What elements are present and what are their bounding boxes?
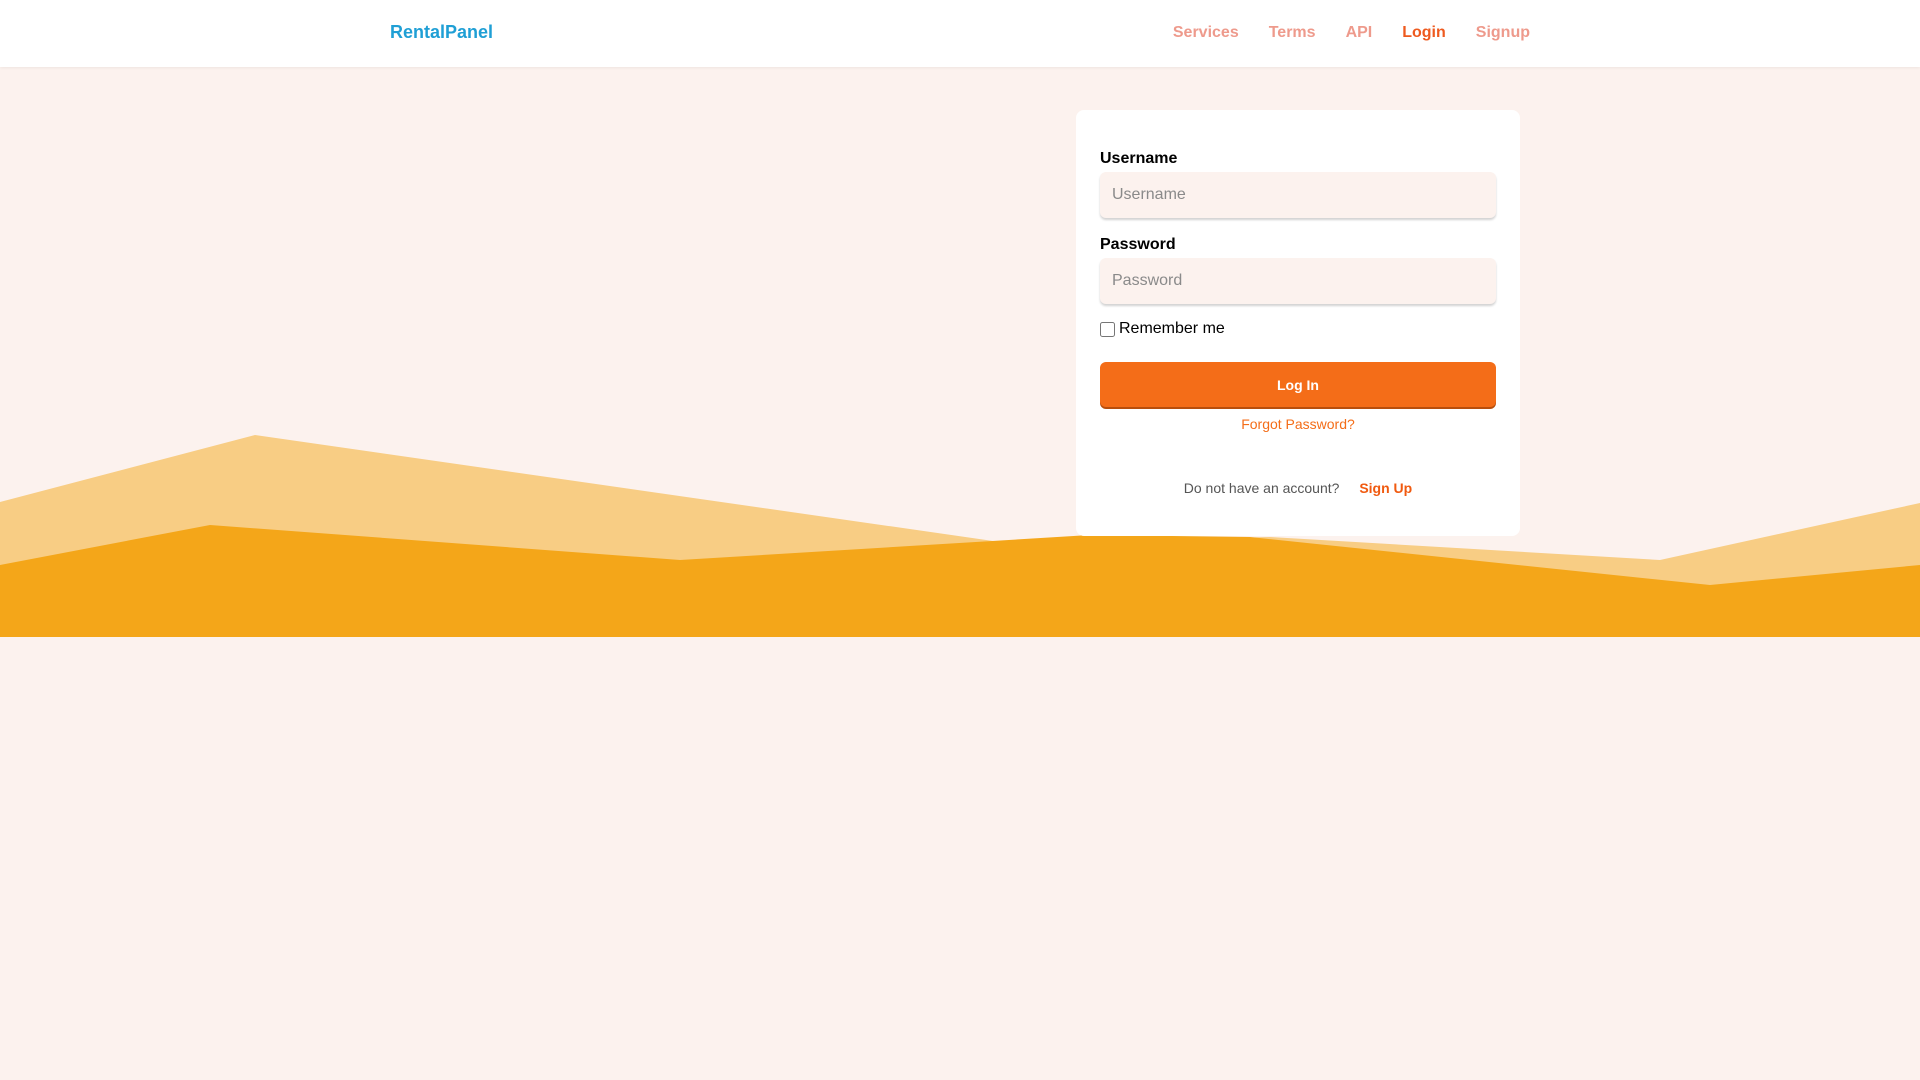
username-label: Username xyxy=(1100,150,1178,167)
nav-link-login[interactable]: Login xyxy=(1402,24,1446,41)
nav-link-terms[interactable]: Terms xyxy=(1269,24,1316,41)
nav-link-api[interactable]: API xyxy=(1346,24,1373,41)
nav-link-signup[interactable]: Signup xyxy=(1476,24,1530,41)
password-label: Password xyxy=(1100,236,1176,253)
login-card: Username Password Remember me Log In For… xyxy=(1076,110,1520,536)
username-input[interactable] xyxy=(1100,172,1496,218)
signup-prompt: Do not have an account? Sign Up xyxy=(1076,480,1520,496)
nav-links: Services Terms API Login Signup xyxy=(1173,24,1530,42)
top-navbar: RentalPanel Services Terms API Login Sig… xyxy=(0,0,1920,67)
sign-up-link[interactable]: Sign Up xyxy=(1359,480,1412,496)
no-account-text: Do not have an account? xyxy=(1183,480,1340,496)
decorative-hills-background xyxy=(0,435,1920,637)
remember-me-checkbox[interactable] xyxy=(1100,321,1115,337)
brand-logo-link[interactable]: RentalPanel xyxy=(390,22,493,43)
remember-me-label[interactable]: Remember me xyxy=(1119,320,1225,338)
forgot-password-link[interactable]: Forgot Password? xyxy=(1076,416,1520,432)
log-in-button[interactable]: Log In xyxy=(1100,362,1496,407)
nav-link-services[interactable]: Services xyxy=(1173,24,1239,41)
password-input[interactable] xyxy=(1100,258,1496,304)
remember-me-row: Remember me xyxy=(1100,320,1225,338)
